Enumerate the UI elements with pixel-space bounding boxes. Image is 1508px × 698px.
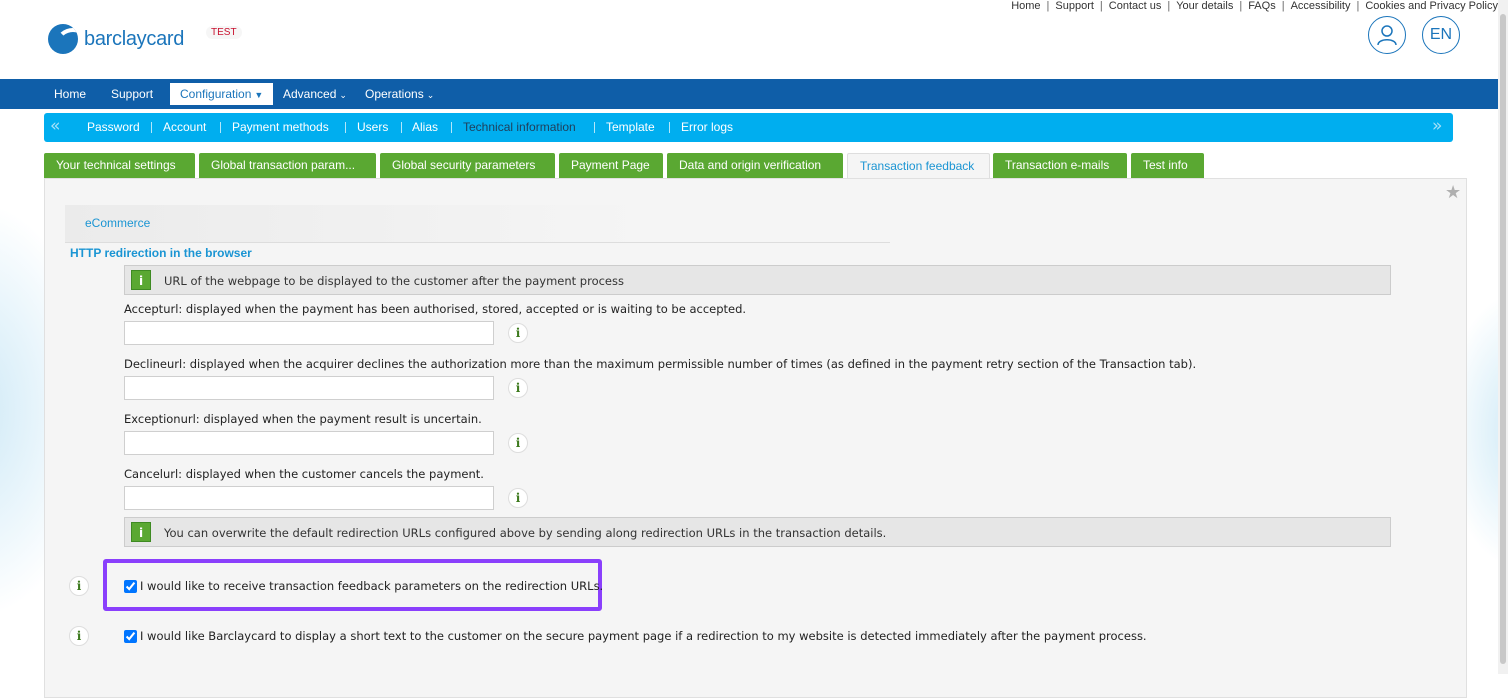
tab-payment-page[interactable]: Payment Page — [559, 153, 663, 178]
info-box-overwrite-urls: i You can overwrite the default redirect… — [124, 517, 1391, 547]
tab-data-origin-verification[interactable]: Data and origin verification — [667, 153, 843, 178]
chevron-down-icon: ▼ — [254, 90, 264, 100]
user-account-button[interactable] — [1368, 16, 1406, 54]
info-text: URL of the webpage to be displayed to th… — [164, 274, 624, 288]
top-link-accessibility[interactable]: Accessibility — [1291, 0, 1351, 12]
eagle-logo-icon — [48, 24, 78, 54]
main-nav-operations[interactable]: Operations ⌄ — [355, 83, 444, 105]
divider — [451, 122, 452, 133]
main-nav-home[interactable]: Home — [44, 83, 96, 105]
subnav-account[interactable]: Account — [163, 120, 206, 134]
cancelurl-label: Cancelurl: displayed when the customer c… — [124, 467, 484, 481]
main-nav-operations-label: Operations — [365, 87, 424, 101]
section-title: HTTP redirection in the browser — [70, 246, 252, 260]
tab-test-info[interactable]: Test info — [1131, 153, 1204, 178]
subnav-technical-information[interactable]: Technical information — [463, 120, 576, 134]
info-icon: i — [131, 270, 151, 290]
divider — [401, 122, 402, 133]
chevron-down-icon: ⌄ — [426, 90, 435, 100]
main-nav-advanced[interactable]: Advanced ⌄ — [273, 83, 357, 105]
exceptionurl-input[interactable] — [124, 431, 494, 455]
cancelurl-info-icon[interactable]: i — [508, 488, 528, 508]
declineurl-info-icon[interactable]: i — [508, 378, 528, 398]
main-navigation: Home Support Configuration ▼ Advanced ⌄ Op… — [0, 79, 1498, 109]
top-link-home[interactable]: Home — [1011, 0, 1040, 12]
environment-badge: TEST — [206, 26, 242, 39]
info-box-redirect-urls: i URL of the webpage to be displayed to … — [124, 265, 1391, 295]
language-button[interactable]: EN — [1422, 16, 1460, 54]
main-nav-advanced-label: Advanced — [283, 87, 337, 101]
main-nav-configuration-label: Configuration — [180, 87, 252, 101]
subnav-template[interactable]: Template — [606, 120, 655, 134]
scroll-left-icon[interactable]: « — [50, 116, 60, 136]
subnav-alias[interactable]: Alias — [412, 120, 438, 134]
info-text: You can overwrite the default redirectio… — [164, 526, 887, 540]
redirect-text-info-icon[interactable]: i — [69, 626, 89, 646]
info-icon: i — [131, 522, 151, 542]
feedback-params-checkbox[interactable] — [124, 580, 137, 593]
cancelurl-input[interactable] — [124, 486, 494, 510]
accepturl-input[interactable] — [124, 321, 494, 345]
logo-text: barclaycard — [84, 27, 185, 50]
redirect-text-label[interactable]: I would like Barclaycard to display a sh… — [140, 629, 1147, 643]
page-header: Home | Support | Contact us | Your details | FAQ… — [0, 0, 1498, 79]
section-bar-label: eCommerce — [85, 216, 151, 230]
scroll-right-icon[interactable]: » — [1432, 116, 1442, 136]
subnav-error-logs[interactable]: Error logs — [681, 120, 733, 134]
main-nav-support[interactable]: Support — [101, 83, 163, 105]
section-bar: eCommerce — [65, 205, 890, 243]
top-link-faqs[interactable]: FAQs — [1248, 0, 1276, 12]
user-icon — [1377, 25, 1397, 46]
accepturl-label: Accepturl: displayed when the payment ha… — [124, 302, 747, 316]
top-link-support[interactable]: Support — [1055, 0, 1094, 12]
feedback-params-label[interactable]: I would like to receive transaction feed… — [140, 579, 603, 593]
top-link-cookies-privacy[interactable]: Cookies and Privacy Policy — [1365, 0, 1498, 12]
favorite-star-icon[interactable]: ★ — [1445, 182, 1461, 203]
subnav-password[interactable]: Password — [87, 120, 140, 134]
subnav-users[interactable]: Users — [357, 120, 388, 134]
top-links: Home | Support | Contact us | Your details | FAQ… — [1011, 0, 1498, 12]
divider — [345, 122, 346, 133]
chevron-down-icon: ⌄ — [339, 90, 347, 100]
divider — [220, 122, 221, 133]
tab-your-technical-settings[interactable]: Your technical settings — [44, 153, 195, 178]
tab-global-security-parameters[interactable]: Global security parameters — [380, 153, 555, 178]
declineurl-input[interactable] — [124, 376, 494, 400]
scrollbar-thumb[interactable] — [1500, 14, 1506, 664]
barclaycard-logo[interactable]: barclaycard — [48, 24, 184, 54]
divider — [151, 122, 152, 133]
feedback-params-info-icon[interactable]: i — [69, 576, 89, 596]
tab-global-transaction-parameters[interactable]: Global transaction param... — [199, 153, 376, 178]
divider — [594, 122, 595, 133]
accepturl-info-icon[interactable]: i — [508, 323, 528, 343]
tab-transaction-emails[interactable]: Transaction e-mails — [993, 153, 1127, 178]
top-link-your-details[interactable]: Your details — [1176, 0, 1233, 12]
divider — [669, 122, 670, 133]
subnav-payment-methods[interactable]: Payment methods — [232, 120, 329, 134]
page-scrollbar[interactable] — [1498, 0, 1508, 674]
declineurl-label: Declineurl: displayed when the acquirer … — [124, 357, 1197, 371]
sub-navigation: « Password Account Payment methods Users… — [44, 113, 1453, 142]
tab-transaction-feedback[interactable]: Transaction feedback — [847, 153, 990, 179]
exceptionurl-info-icon[interactable]: i — [508, 433, 528, 453]
redirect-text-checkbox[interactable] — [124, 630, 137, 643]
exceptionurl-label: Exceptionurl: displayed when the payment… — [124, 412, 482, 426]
top-link-contact-us[interactable]: Contact us — [1109, 0, 1162, 12]
main-nav-configuration[interactable]: Configuration ▼ — [170, 83, 274, 105]
